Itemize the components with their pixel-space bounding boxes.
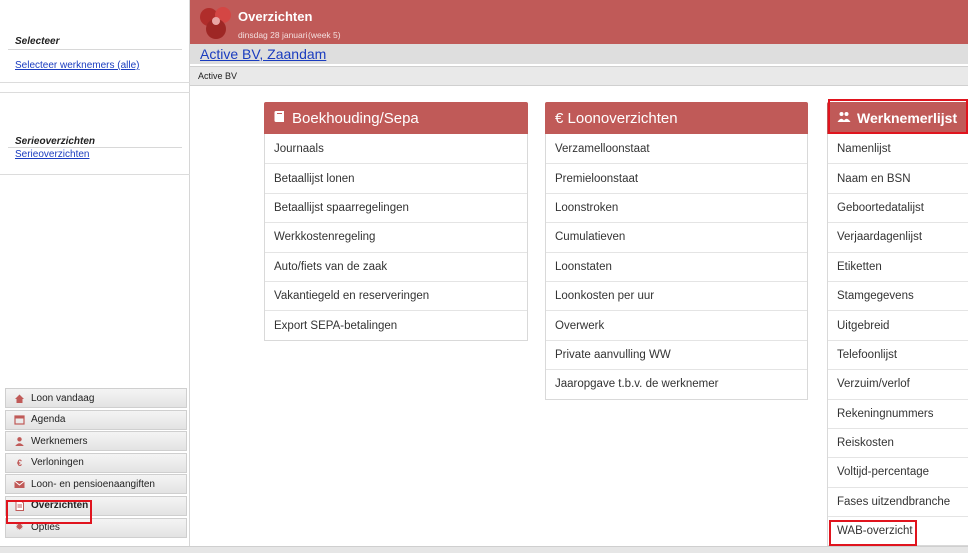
report-item[interactable]: Reiskosten <box>828 427 968 457</box>
user-icon <box>14 436 25 447</box>
serie-section: Serieoverzichten Serieoverzichten <box>0 136 190 160</box>
report-list: Namenlijst Naam en BSN Geboortedatalijst… <box>827 134 968 547</box>
company-link[interactable]: Active BV, Zaandam <box>200 46 326 62</box>
report-item[interactable]: Loonkosten per uur <box>546 280 807 310</box>
report-item[interactable]: Stamgegevens <box>828 280 968 310</box>
app-header: Overzichten dinsdag 28 januari (week 5) <box>190 0 968 44</box>
users-icon <box>837 111 851 126</box>
report-item[interactable]: Voltijd-percentage <box>828 457 968 486</box>
main-nav: Loon vandaag Agenda Werknemers € Verloni… <box>5 388 187 539</box>
select-employees-link[interactable]: Selecteer werknemers (alle) <box>0 60 190 71</box>
company-bar: Active BV, Zaandam <box>190 44 968 64</box>
report-item[interactable]: Telefoonlijst <box>828 339 968 369</box>
report-item[interactable]: Betaallijst spaarregelingen <box>265 192 527 222</box>
nav-overzichten[interactable]: Overzichten <box>5 495 187 516</box>
nav-label: Werknemers <box>31 435 88 447</box>
report-item[interactable]: Geboortedatalijst <box>828 192 968 222</box>
report-item[interactable]: Uitgebreid <box>828 310 968 339</box>
home-icon <box>14 393 25 404</box>
nav-opties[interactable]: ✹ Opties <box>5 517 187 538</box>
panel-title: € Loonoverzichten <box>555 109 678 127</box>
panel-boekhouding: Boekhouding/Sepa Journaals Betaallijst l… <box>264 102 528 341</box>
report-item[interactable]: Etiketten <box>828 251 968 281</box>
euro-icon: € <box>16 457 22 468</box>
report-item[interactable]: Werkkostenregeling <box>265 222 527 251</box>
header-week: (week 5) <box>308 30 341 40</box>
nav-label: Opties <box>31 522 60 534</box>
nav-label: Agenda <box>31 414 66 426</box>
divider <box>0 174 190 175</box>
panel-title: Boekhouding/Sepa <box>292 109 419 127</box>
panel-header: Boekhouding/Sepa <box>264 102 528 134</box>
divider <box>0 92 190 93</box>
divider <box>8 147 182 148</box>
nav-verloningen[interactable]: € Verloningen <box>5 452 187 473</box>
serie-heading: Serieoverzichten <box>15 136 96 147</box>
nav-loon-vandaag[interactable]: Loon vandaag <box>5 388 187 408</box>
nav-aangiften[interactable]: Loon- en pensioenaangiften <box>5 474 187 495</box>
breadcrumb: Active BV <box>190 66 968 86</box>
status-bar <box>0 546 968 553</box>
serieoverzichten-link[interactable]: Serieoverzichten <box>0 149 190 160</box>
breadcrumb-item: Active BV <box>198 71 238 81</box>
report-list: Verzamelloonstaat Premieloonstaat Loonst… <box>545 134 808 400</box>
report-item[interactable]: Premieloonstaat <box>546 163 807 192</box>
calendar-icon <box>14 414 25 425</box>
document-icon <box>14 500 25 512</box>
report-item[interactable]: Fases uitzendbranche <box>828 486 968 516</box>
report-item[interactable]: Cumulatieven <box>546 222 807 251</box>
report-item[interactable]: Namenlijst <box>828 134 968 163</box>
report-item[interactable]: Rekeningnummers <box>828 398 968 428</box>
panel-header: € Loonoverzichten <box>545 102 808 134</box>
report-item[interactable]: Verzuim/verlof <box>828 369 968 398</box>
report-list: Journaals Betaallijst lonen Betaallijst … <box>264 134 528 341</box>
report-item[interactable]: WAB-overzicht <box>828 516 968 545</box>
nav-label: Overzichten <box>31 500 89 512</box>
report-item[interactable]: Loonstroken <box>546 192 807 222</box>
page-title: Overzichten <box>238 9 313 24</box>
panel-werknemerlijst: Werknemerlijst Namenlijst Naam en BSN Ge… <box>827 102 968 547</box>
nav-label: Loon vandaag <box>31 392 95 404</box>
report-item[interactable]: Betaallijst lonen <box>265 163 527 192</box>
header-date: dinsdag 28 januari <box>238 30 308 40</box>
nav-werknemers[interactable]: Werknemers <box>5 431 187 452</box>
report-item[interactable]: Auto/fiets van de zaak <box>265 251 527 281</box>
report-item[interactable]: Overwerk <box>546 310 807 339</box>
report-item[interactable]: Verjaardagenlijst <box>828 222 968 251</box>
nav-agenda[interactable]: Agenda <box>5 409 187 430</box>
selecteer-heading: Selecteer <box>15 36 60 47</box>
report-item[interactable]: Loonstaten <box>546 251 807 281</box>
report-item[interactable]: Vakantiegeld en reserveringen <box>265 280 527 310</box>
selecteer-section: Selecteer Selecteer werknemers (alle) <box>0 36 190 71</box>
report-item[interactable]: Verzamelloonstaat <box>546 134 807 163</box>
book-icon <box>274 110 286 126</box>
report-item[interactable]: Private aanvulling WW <box>546 339 807 369</box>
envelope-icon <box>14 479 25 490</box>
report-item[interactable]: Naam en BSN <box>828 163 968 192</box>
panel-title: Werknemerlijst <box>857 110 958 126</box>
report-item[interactable]: Export SEPA-betalingen <box>265 310 527 339</box>
logo-icon <box>196 5 236 41</box>
nav-label: Verloningen <box>31 457 84 469</box>
gear-icon: ✹ <box>15 522 24 534</box>
sidebar: Selecteer Selecteer werknemers (alle) Se… <box>0 0 190 553</box>
nav-label: Loon- en pensioenaangiften <box>31 478 155 490</box>
panel-header: Werknemerlijst <box>827 102 968 134</box>
report-item[interactable]: Journaals <box>265 134 527 163</box>
panel-loonoverzichten: € Loonoverzichten Verzamelloonstaat Prem… <box>545 102 808 400</box>
divider <box>0 82 190 83</box>
divider <box>8 49 182 50</box>
report-item[interactable]: Jaaropgave t.b.v. de werknemer <box>546 369 807 398</box>
